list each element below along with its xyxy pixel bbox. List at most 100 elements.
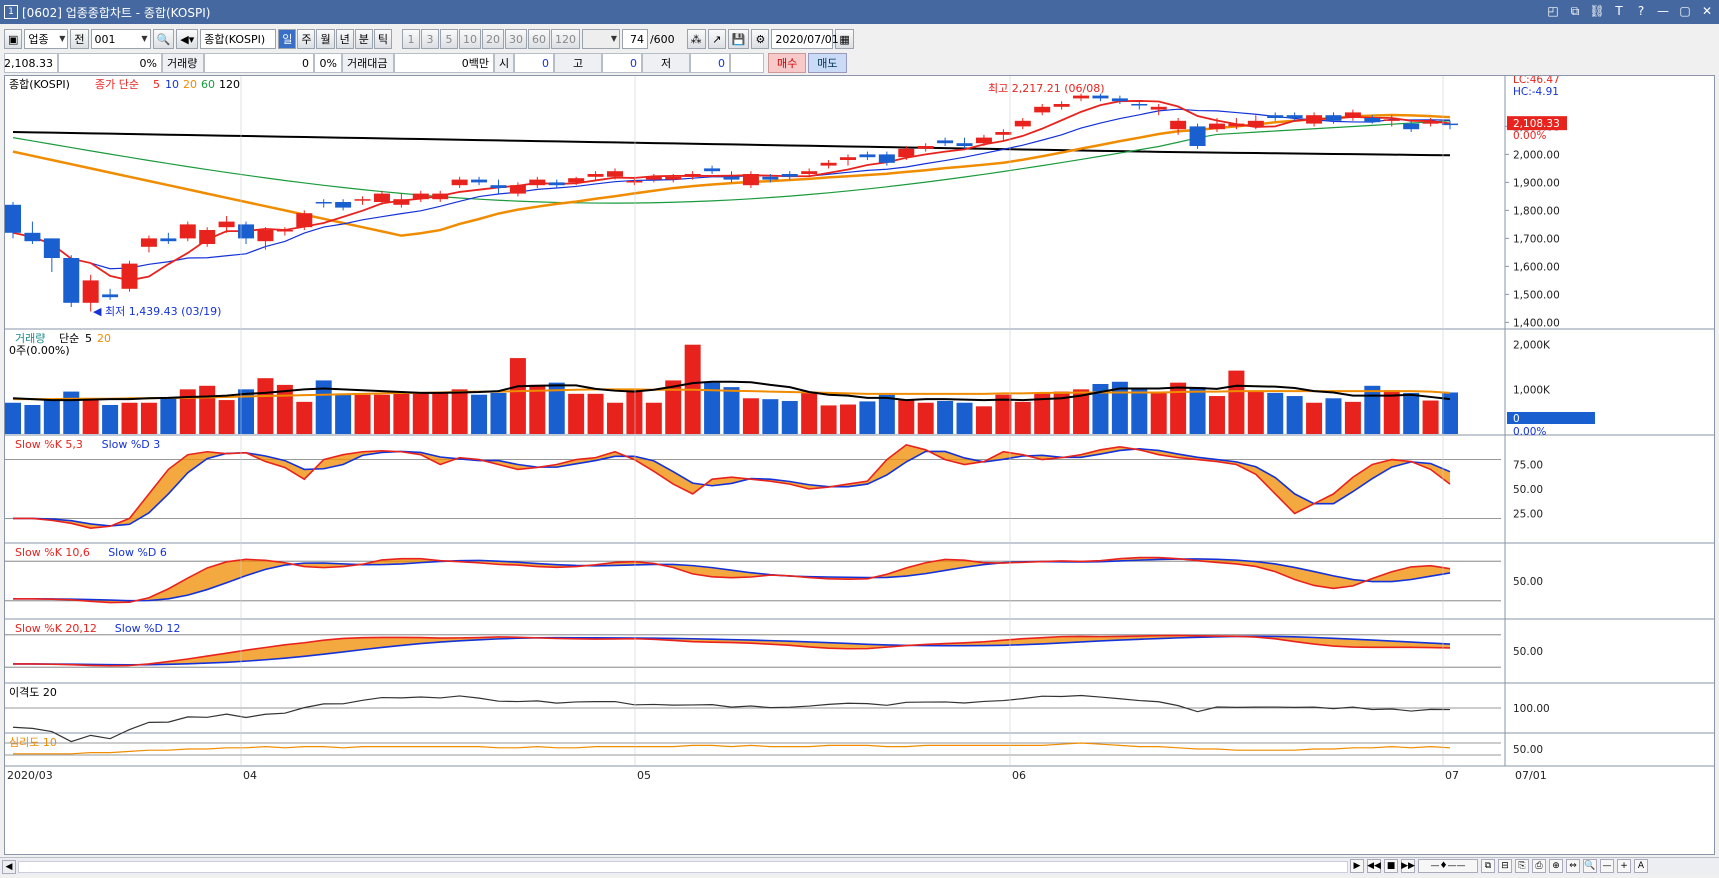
scroll-left-icon[interactable]: ◀: [2, 860, 16, 874]
volume-bar: [937, 400, 954, 434]
settings-icon[interactable]: ⚙: [751, 29, 770, 49]
fast-forward-icon[interactable]: ▶▶: [1401, 859, 1415, 873]
volume-bar: [199, 385, 216, 434]
search-icon[interactable]: 🔍: [152, 29, 175, 49]
draw-icon[interactable]: ↗: [707, 29, 726, 49]
candle-body: [102, 294, 119, 298]
period-tab-0[interactable]: 일: [278, 29, 297, 49]
print-icon[interactable]: ⎙: [1532, 859, 1546, 873]
candle-body: [1247, 120, 1264, 127]
save-icon[interactable]: 💾: [727, 29, 750, 49]
volume-bar: [335, 393, 352, 434]
volume-bar: [1228, 370, 1245, 434]
candle-body: [1092, 95, 1109, 99]
current-price: 2,108.33: [4, 53, 58, 73]
candle-body: [1306, 115, 1323, 124]
crosshair-icon[interactable]: ⊕: [1549, 859, 1563, 873]
chart-scrollbar[interactable]: ◀ ▶ ◀◀ ■ ▶▶ —♦—— ⧉ ⊟ ⎘ ⎙ ⊕ ⇔ 🔍 — + A: [0, 857, 1719, 875]
candle-body: [995, 132, 1012, 135]
magnify-icon[interactable]: 🔍: [1583, 859, 1597, 873]
volume-pct: 0%: [314, 53, 342, 73]
help-icon[interactable]: ?: [1633, 3, 1649, 19]
candle-body: [1403, 123, 1420, 130]
volume-bar: [296, 401, 313, 434]
indicator-icon[interactable]: ⁂: [686, 29, 706, 49]
volume-current-pct: 0.00%: [1513, 426, 1546, 438]
split-icon[interactable]: ⊟: [1498, 859, 1512, 873]
prev-button[interactable]: 전: [70, 29, 89, 49]
chart-area[interactable]: 2,100.002,000.001,900.001,800.001,700.00…: [4, 74, 1715, 855]
candle-body: [238, 224, 255, 239]
stoch-title-k: Slow %K 5,3: [15, 438, 83, 451]
period-tab-3[interactable]: 년: [335, 29, 354, 49]
period-tab-1[interactable]: 주: [297, 29, 316, 49]
chart-svg[interactable]: 2,100.002,000.001,900.001,800.001,700.00…: [5, 74, 1714, 854]
zoom-in-icon[interactable]: +: [1617, 859, 1631, 873]
zoom-out-icon[interactable]: —: [1600, 859, 1614, 873]
volume-bar: [723, 387, 740, 434]
period-tab-4[interactable]: 분: [354, 29, 373, 49]
candle-body: [1383, 119, 1400, 121]
scroll-track[interactable]: [18, 861, 1348, 873]
minute-button-20[interactable]: 20: [481, 29, 504, 49]
app-icon: 1: [4, 5, 18, 19]
minute-button-3[interactable]: 3: [420, 29, 439, 49]
high-label: 고: [554, 53, 602, 73]
fit-icon[interactable]: ⇔: [1566, 859, 1580, 873]
volume-legend-20: 20: [97, 332, 111, 345]
market-select[interactable]: 업종 ▼: [24, 29, 69, 49]
unit-select[interactable]: ▼: [581, 29, 620, 49]
minute-button-120[interactable]: 120: [550, 29, 580, 49]
period-tab-5[interactable]: 틱: [373, 29, 392, 49]
stop-icon[interactable]: ■: [1384, 859, 1398, 873]
copy-icon[interactable]: ⎘: [1515, 859, 1529, 873]
minute-button-1[interactable]: 1: [401, 29, 420, 49]
volume-bar: [24, 404, 41, 434]
text-icon[interactable]: T: [1611, 3, 1627, 19]
scroll-right-icon[interactable]: ▶: [1350, 859, 1364, 873]
sell-button[interactable]: 매도: [808, 53, 847, 73]
link-icon[interactable]: ⛓: [1589, 3, 1605, 19]
minute-button-60[interactable]: 60: [527, 29, 550, 49]
date-input[interactable]: 2020/07/01: [771, 29, 839, 49]
minute-button-30[interactable]: 30: [504, 29, 527, 49]
candle-body: [704, 168, 721, 172]
volume-bar: [432, 392, 449, 434]
pin-icon[interactable]: ⧉: [1567, 3, 1583, 19]
x-axis-label: 04: [243, 769, 257, 782]
minimize-icon[interactable]: —: [1655, 3, 1671, 19]
count-total: /600: [649, 32, 675, 46]
blank-cell: [730, 53, 764, 73]
candle-body: [1422, 122, 1439, 124]
zoom-slider-icon[interactable]: —♦——: [1418, 859, 1478, 873]
candle-body: [606, 171, 623, 177]
high-annotation: 최고 2,217.21 (06/08): [988, 82, 1105, 95]
minute-button-10[interactable]: 10: [458, 29, 481, 49]
x-axis-label: 2020/03: [7, 769, 53, 782]
y-tick-label: 1,600.00: [1513, 261, 1560, 273]
layout-toggle-icon[interactable]: ▣: [4, 29, 23, 49]
candle-body: [373, 193, 390, 202]
candle-body: [878, 154, 895, 163]
rewind-icon[interactable]: ◀◀: [1367, 859, 1381, 873]
stoch-tick: 50.00: [1513, 646, 1543, 658]
volume-bar: [820, 405, 837, 434]
code-input[interactable]: 001 ▼: [90, 29, 151, 49]
count-input[interactable]: 74: [621, 29, 648, 49]
buy-button[interactable]: 매수: [768, 53, 807, 73]
sound-icon[interactable]: ◀▾: [176, 29, 199, 49]
stoch-tick: 50.00: [1513, 576, 1543, 588]
chart-option-icon[interactable]: ⧉: [1481, 859, 1495, 873]
font-icon[interactable]: A: [1634, 859, 1648, 873]
maximize-icon[interactable]: ▢: [1677, 3, 1693, 19]
close-icon[interactable]: ✕: [1699, 3, 1715, 19]
volume-bar: [568, 393, 585, 434]
volume-bar: [626, 389, 643, 434]
volume-bar: [1383, 390, 1400, 434]
minute-button-5[interactable]: 5: [439, 29, 458, 49]
slow-k-line: [13, 444, 1451, 530]
period-tab-2[interactable]: 월: [316, 29, 335, 49]
volume-bar: [742, 398, 759, 434]
layout-icon[interactable]: ◰: [1545, 3, 1561, 19]
candle-body: [432, 193, 449, 200]
